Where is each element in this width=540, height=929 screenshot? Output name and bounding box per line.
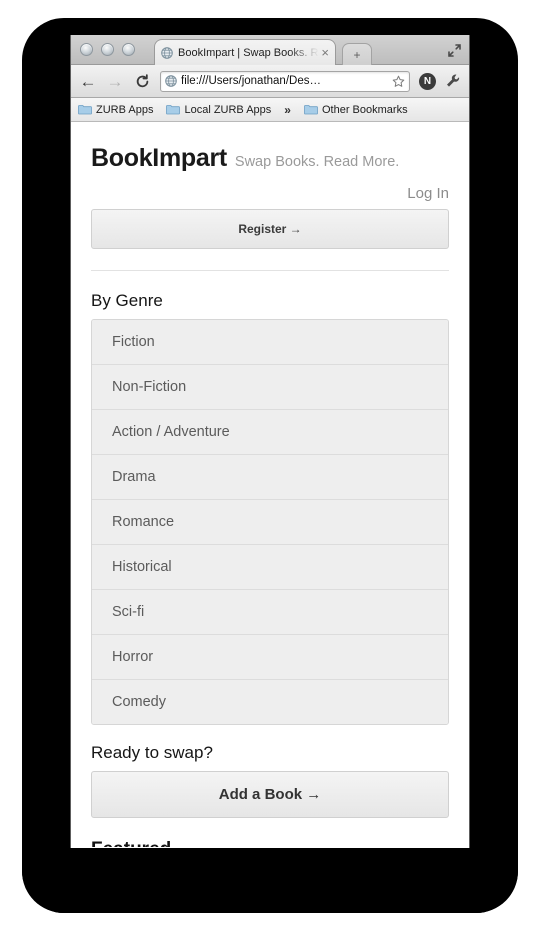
genre-section-heading: By Genre [91,291,163,310]
globe-icon [165,75,177,87]
back-button[interactable]: ← [79,72,97,90]
folder-icon [78,104,92,115]
list-item[interactable]: Comedy [92,680,448,724]
close-tab-icon[interactable]: × [321,46,329,59]
list-item[interactable]: Action / Adventure [92,410,448,455]
window-controls [80,43,135,56]
page-title: BookImpart [91,144,227,172]
forward-button[interactable]: → [106,72,124,90]
page-content: BookImpart Swap Books. Read More. Log In… [71,122,469,847]
browser-toolbar: ← → file:///Users/jonathan/Des… N [71,65,469,98]
featured-section-heading: Featured [91,839,449,847]
bookmarks-bar: ZURB Apps Local ZURB Apps » Other Bookma… [71,98,469,122]
browser-tab[interactable]: BookImpart | Swap Books. Re × [154,39,336,65]
login-link[interactable]: Log In [407,185,449,202]
extension-badge-icon[interactable]: N [419,72,436,90]
bookmark-label: ZURB Apps [96,103,154,116]
fullscreen-icon[interactable] [446,42,462,58]
globe-icon [161,46,173,59]
header-divider [91,270,449,271]
site-header: BookImpart Swap Books. Read More. [91,144,449,173]
swap-section-heading: Ready to swap? [91,743,213,762]
list-item[interactable]: Non-Fiction [92,365,448,410]
list-item[interactable]: Sci-fi [92,590,448,635]
zoom-window-button[interactable] [122,43,135,56]
list-item[interactable]: Romance [92,500,448,545]
bookmark-label: Local ZURB Apps [184,103,272,116]
bookmark-item-zurb-apps[interactable]: ZURB Apps [78,104,153,116]
folder-icon [166,104,181,115]
bookmark-label: Other Bookmarks [321,103,408,116]
list-item[interactable]: Horror [92,635,448,680]
list-item[interactable]: Fiction [92,320,448,365]
wrench-menu-icon[interactable] [445,73,461,89]
bookmark-star-icon[interactable] [392,75,405,88]
tab-title: BookImpart | Swap Books. Re [178,46,320,59]
add-book-button[interactable]: Add a Book → [91,771,449,818]
new-tab-button[interactable]: + [342,43,372,65]
folder-icon [304,104,318,115]
site-tagline: Swap Books. Read More. [234,154,400,170]
minimize-window-button[interactable] [101,43,114,56]
login-row: Log In [91,185,449,203]
genre-list: Fiction Non-Fiction Action / Adventure D… [91,319,449,725]
register-button[interactable]: Register → [91,209,449,249]
browser-window: BookImpart | Swap Books. Re × + ← → file… [70,35,470,848]
address-bar[interactable]: file:///Users/jonathan/Des… [160,70,410,92]
url-text: file:///Users/jonathan/Des… [181,75,321,87]
bookmarks-overflow-icon[interactable]: » [284,103,291,117]
bookmark-item-other-bookmarks[interactable]: Other Bookmarks [304,104,408,116]
list-item[interactable]: Historical [92,545,448,590]
tab-strip: BookImpart | Swap Books. Re × + [71,35,469,65]
list-item[interactable]: Drama [92,455,448,500]
reload-button[interactable] [133,72,151,90]
device-frame-bottom [22,848,518,913]
bookmark-item-local-zurb-apps[interactable]: Local ZURB Apps [166,104,271,116]
close-window-button[interactable] [80,43,93,56]
